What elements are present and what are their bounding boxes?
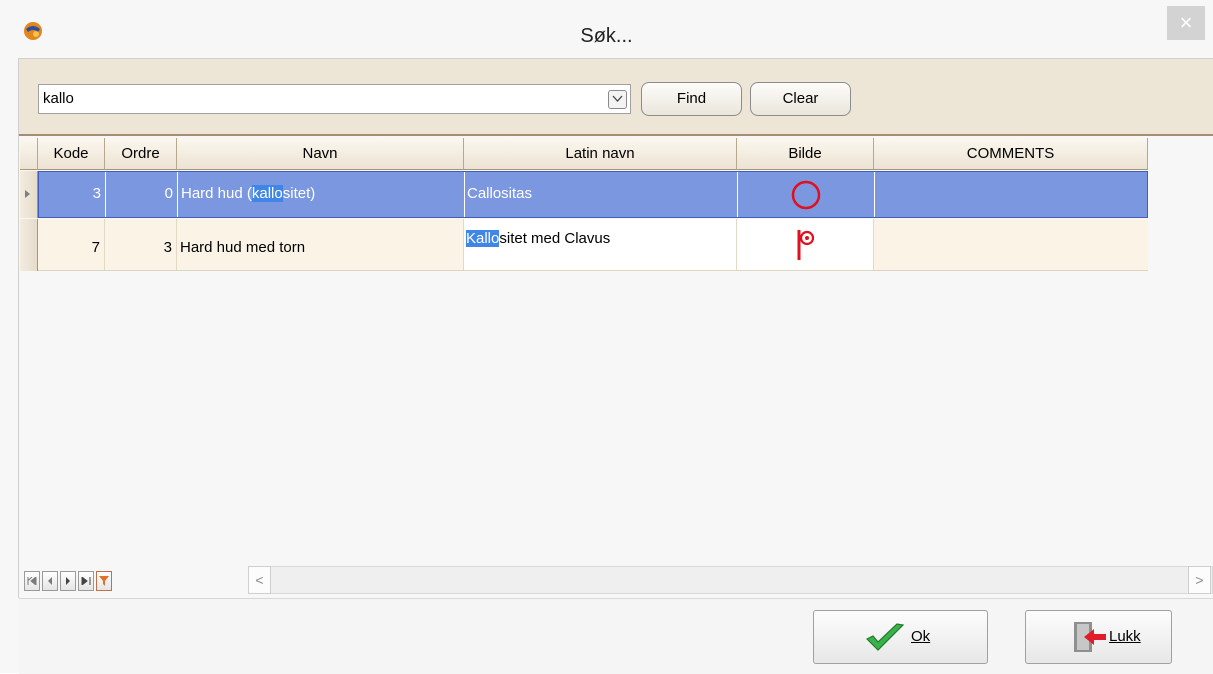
filter-icon <box>99 576 109 586</box>
first-icon <box>27 575 37 587</box>
column-header-navn[interactable]: Navn <box>177 138 464 170</box>
cell-latin-navn: Callositas <box>465 172 738 217</box>
previous-icon <box>48 577 52 585</box>
cell-bilde <box>737 219 874 270</box>
row-indicator[interactable] <box>20 219 38 271</box>
filter-button[interactable] <box>96 571 112 591</box>
cell-text: Hard hud med torn <box>180 239 306 256</box>
row-indicator-header <box>20 138 38 170</box>
close-window-button[interactable]: × <box>1167 6 1205 40</box>
ok-label: Ok <box>911 628 931 645</box>
search-match-highlight: kallo <box>251 185 283 202</box>
next-record-button[interactable] <box>60 571 76 591</box>
cell-ordre: 3 <box>105 219 177 270</box>
search-history-dropdown[interactable] <box>608 90 627 109</box>
row-indicator[interactable] <box>20 171 38 218</box>
first-record-button[interactable] <box>24 571 40 591</box>
flag-circle-icon <box>797 230 815 260</box>
exit-door-icon <box>1074 622 1106 652</box>
cell-text: sitet) <box>282 185 316 202</box>
clear-button[interactable]: Clear <box>750 82 851 116</box>
cell-text: sitet med Clavus <box>499 230 611 247</box>
cell-latin-navn: Kallositet med Clavus <box>464 219 737 270</box>
close-button[interactable]: Lukk <box>1025 610 1172 664</box>
current-row-arrow-icon <box>25 190 30 198</box>
column-header-ordre[interactable]: Ordre <box>105 138 177 170</box>
cell-kode: 7 <box>38 219 105 270</box>
table-row[interactable]: 3 0 Hard hud (kallositet) Callositas <box>38 171 1148 218</box>
ok-button[interactable]: Ok <box>813 610 988 664</box>
previous-record-button[interactable] <box>42 571 58 591</box>
next-icon <box>66 577 70 585</box>
column-header-bilde[interactable]: Bilde <box>737 138 874 170</box>
cell-text: Hard hud ( <box>181 185 252 202</box>
cell-ordre: 0 <box>106 172 178 217</box>
search-input[interactable]: kallo <box>38 84 631 114</box>
column-header-comments[interactable]: COMMENTS <box>874 138 1148 170</box>
cell-kode: 3 <box>39 172 106 217</box>
cell-bilde <box>738 172 875 217</box>
column-header-latin-navn[interactable]: Latin navn <box>464 138 737 170</box>
chevron-down-icon <box>612 95 623 102</box>
circle-icon <box>791 180 821 210</box>
search-dialog: Søk... × kallo Find Clear Kode Ordre Nav… <box>0 0 1213 674</box>
scroll-right-button[interactable]: > <box>1188 566 1211 594</box>
last-icon <box>81 575 91 587</box>
scroll-left-button[interactable]: < <box>248 566 271 594</box>
title-bar: Søk... × <box>0 0 1213 58</box>
table-row[interactable]: 7 3 Hard hud med torn Kallositet med Cla… <box>38 219 1148 271</box>
find-button[interactable]: Find <box>641 82 742 116</box>
checkmark-icon <box>865 623 905 651</box>
cell-navn: Hard hud med torn <box>177 219 464 270</box>
search-match-highlight: Kallo <box>466 230 500 247</box>
cell-text: Callositas <box>467 185 533 202</box>
cell-comments <box>875 172 1149 217</box>
cell-navn: Hard hud (kallositet) <box>178 172 465 217</box>
close-label: Lukk <box>1109 628 1141 645</box>
horizontal-scrollbar[interactable] <box>248 566 1213 594</box>
last-record-button[interactable] <box>78 571 94 591</box>
column-header-kode[interactable]: Kode <box>38 138 105 170</box>
cell-comments <box>874 219 1148 270</box>
